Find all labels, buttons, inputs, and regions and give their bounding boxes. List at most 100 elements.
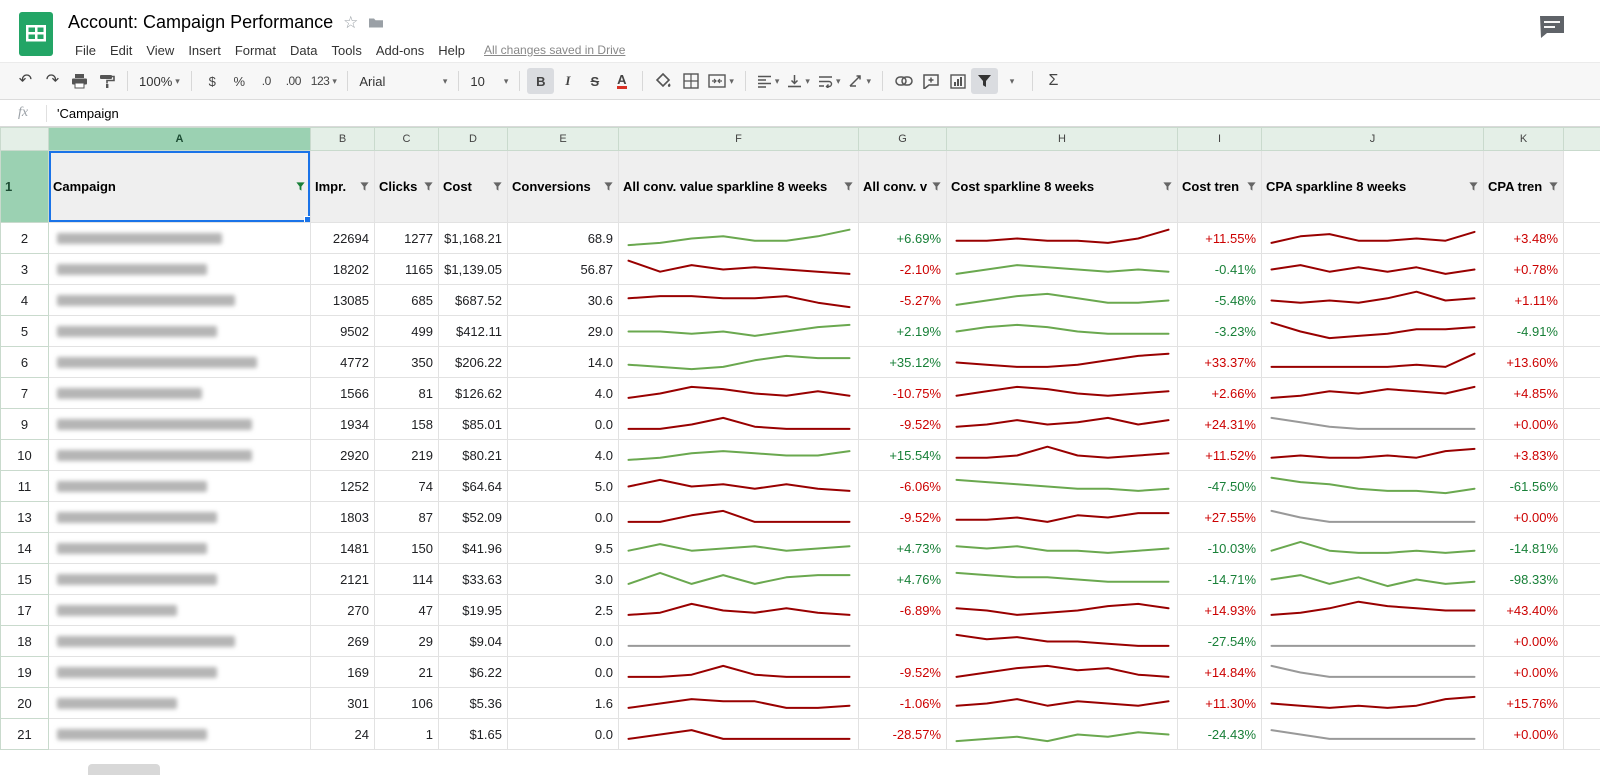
cell-conversions[interactable]: 29.0 [507, 315, 619, 347]
column-filter-icon[interactable] [843, 181, 854, 192]
column-header-C[interactable]: C [374, 127, 439, 151]
cell-cpa-trend[interactable]: +0.00% [1483, 625, 1564, 657]
cell-impressions[interactable]: 1803 [310, 501, 375, 533]
cell-clicks[interactable]: 350 [374, 346, 439, 378]
cell-clicks[interactable]: 219 [374, 439, 439, 471]
cell-impressions[interactable]: 24 [310, 718, 375, 750]
cell-conv-value-trend[interactable]: +4.76% [858, 563, 947, 595]
cell-cost[interactable]: $412.11 [438, 315, 508, 347]
cell-empty[interactable] [1563, 687, 1600, 719]
cell-cost-trend[interactable]: +27.55% [1177, 501, 1262, 533]
cell-conversions[interactable]: 0.0 [507, 656, 619, 688]
cell-clicks[interactable]: 81 [374, 377, 439, 409]
cell-cpa-trend[interactable]: +3.48% [1483, 222, 1564, 254]
merge-cells-button[interactable]: ▾ [704, 68, 738, 94]
cell-conv-value-sparkline[interactable] [618, 439, 859, 471]
cell-impressions[interactable]: 2920 [310, 439, 375, 471]
cell-impressions[interactable]: 270 [310, 594, 375, 626]
cell-campaign[interactable] [48, 222, 311, 254]
cell-cost-sparkline[interactable] [946, 346, 1178, 378]
cell-cost-sparkline[interactable] [946, 377, 1178, 409]
cell-cost-sparkline[interactable] [946, 687, 1178, 719]
row-header-5[interactable]: 5 [0, 315, 49, 347]
cell-conv-value-trend[interactable]: +6.69% [858, 222, 947, 254]
cell-campaign[interactable] [48, 346, 311, 378]
cell-cpa-sparkline[interactable] [1261, 222, 1484, 254]
sheets-logo-icon[interactable] [18, 11, 54, 57]
cell-cost[interactable]: $1,168.21 [438, 222, 508, 254]
cell-conv-value-trend[interactable]: -6.06% [858, 470, 947, 502]
column-header-partial[interactable] [1563, 127, 1600, 151]
bold-button[interactable]: B [527, 68, 555, 94]
row-header-7[interactable]: 7 [0, 377, 49, 409]
cell-impressions[interactable]: 1481 [310, 532, 375, 564]
cell-impressions[interactable]: 2121 [310, 563, 375, 595]
cell-campaign[interactable] [48, 253, 311, 285]
cell-conv-value-sparkline[interactable] [618, 625, 859, 657]
cell-campaign[interactable] [48, 718, 311, 750]
header-cell[interactable]: Cost tren [1177, 150, 1262, 223]
cell-cost-trend[interactable]: +14.84% [1177, 656, 1262, 688]
cell-cpa-trend[interactable]: +43.40% [1483, 594, 1564, 626]
cell-conversions[interactable]: 3.0 [507, 563, 619, 595]
font-size-select[interactable]: 10 ▾ [466, 68, 512, 94]
cell-conv-value-sparkline[interactable] [618, 687, 859, 719]
cell-conv-value-sparkline[interactable] [618, 594, 859, 626]
cell-impressions[interactable]: 1934 [310, 408, 375, 440]
cell-cost-trend[interactable]: -24.43% [1177, 718, 1262, 750]
cell-conversions[interactable]: 56.87 [507, 253, 619, 285]
cell-conversions[interactable]: 0.0 [507, 408, 619, 440]
borders-button[interactable] [677, 68, 704, 94]
filter-button[interactable] [971, 68, 998, 94]
cell-cost-trend[interactable]: +24.31% [1177, 408, 1262, 440]
cell-campaign[interactable] [48, 532, 311, 564]
cell-cpa-sparkline[interactable] [1261, 532, 1484, 564]
cell-empty[interactable] [1563, 222, 1600, 254]
cell-campaign[interactable] [48, 470, 311, 502]
column-filter-icon[interactable] [1548, 181, 1559, 192]
menu-file[interactable]: File [68, 40, 103, 61]
cell-empty[interactable] [1563, 470, 1600, 502]
cell-cpa-sparkline[interactable] [1261, 594, 1484, 626]
column-filter-icon[interactable] [423, 181, 434, 192]
cell-campaign[interactable] [48, 501, 311, 533]
cell-cpa-sparkline[interactable] [1261, 501, 1484, 533]
sheet-tab[interactable] [88, 764, 160, 775]
insert-chart-button[interactable] [944, 68, 971, 94]
more-formats-button[interactable]: 123 ▾ [307, 68, 341, 94]
cell-conv-value-sparkline[interactable] [618, 222, 859, 254]
cell-cpa-trend[interactable]: +0.00% [1483, 408, 1564, 440]
cell-conv-value-trend[interactable]: +15.54% [858, 439, 947, 471]
cell-conversions[interactable]: 0.0 [507, 718, 619, 750]
cell-cost-trend[interactable]: +11.30% [1177, 687, 1262, 719]
cell-impressions[interactable]: 1566 [310, 377, 375, 409]
decrease-decimal-button[interactable]: .0 [253, 68, 280, 94]
cell-clicks[interactable]: 150 [374, 532, 439, 564]
cell-cpa-sparkline[interactable] [1261, 315, 1484, 347]
column-filter-icon[interactable] [359, 181, 370, 192]
cell-cost-sparkline[interactable] [946, 563, 1178, 595]
cell-conversions[interactable]: 0.0 [507, 625, 619, 657]
cell-empty[interactable] [1563, 315, 1600, 347]
cell-cpa-trend[interactable]: -98.33% [1483, 563, 1564, 595]
cell-conv-value-trend[interactable]: -2.10% [858, 253, 947, 285]
cell-conversions[interactable]: 2.5 [507, 594, 619, 626]
cell-cpa-trend[interactable]: +3.83% [1483, 439, 1564, 471]
cell-campaign[interactable] [48, 563, 311, 595]
cell-impressions[interactable]: 9502 [310, 315, 375, 347]
cell-conv-value-trend[interactable]: -9.52% [858, 408, 947, 440]
cell-clicks[interactable]: 158 [374, 408, 439, 440]
functions-button[interactable]: Σ [1040, 68, 1067, 94]
text-rotation-button[interactable]: ▾ [844, 68, 875, 94]
cell-impressions[interactable]: 169 [310, 656, 375, 688]
column-filter-icon[interactable] [295, 181, 306, 192]
cell-cpa-trend[interactable]: -61.56% [1483, 470, 1564, 502]
folder-icon[interactable] [368, 16, 384, 29]
cell-cpa-trend[interactable]: +13.60% [1483, 346, 1564, 378]
cell-cost-sparkline[interactable] [946, 408, 1178, 440]
row-header-6[interactable]: 6 [0, 346, 49, 378]
cell-conv-value-sparkline[interactable] [618, 253, 859, 285]
column-filter-icon[interactable] [931, 181, 942, 192]
cell-cost[interactable]: $206.22 [438, 346, 508, 378]
menu-format[interactable]: Format [228, 40, 283, 61]
